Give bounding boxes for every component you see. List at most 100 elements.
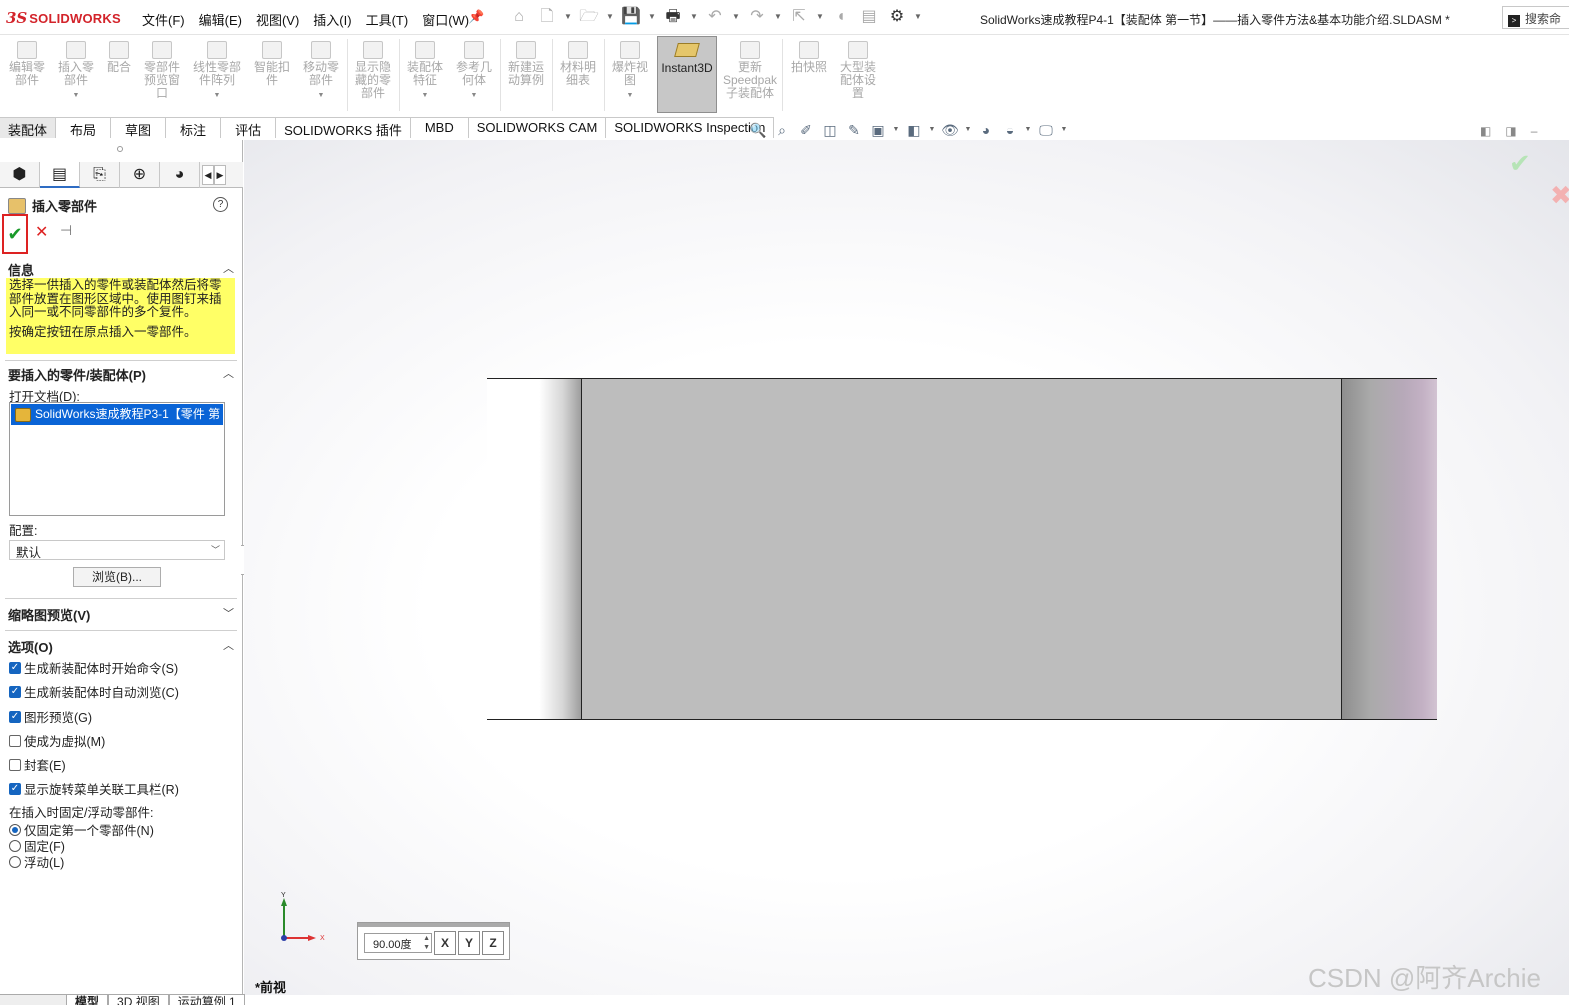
rebuild-icon[interactable]: ◖	[830, 7, 852, 27]
panel-grip-icon[interactable]	[117, 146, 123, 152]
dynamic-annotation-icon[interactable]: ✎	[844, 121, 864, 139]
chevron-down-icon[interactable]: ▼	[189, 89, 245, 102]
chevron-down-icon[interactable]: ▼	[774, 7, 782, 27]
chevron-down-icon[interactable]: ▼	[452, 89, 496, 102]
option-make-virtual-checkbox[interactable]: 使成为虚拟(M)	[9, 731, 105, 750]
list-item[interactable]: SolidWorks速成教程P3-1【零件 第	[11, 404, 223, 425]
tab-model[interactable]: 模型	[66, 994, 109, 1005]
toolbar-title-bar[interactable]	[358, 923, 509, 927]
chevron-down-icon[interactable]: ▼	[55, 89, 97, 102]
help-icon[interactable]: ?	[213, 197, 228, 212]
chevron-down-icon[interactable]: ▼	[606, 7, 614, 27]
part-front-view[interactable]	[487, 378, 1437, 720]
menu-edit[interactable]: 编辑(E)	[199, 10, 242, 29]
option-start-command-checkbox[interactable]: ✓ 生成新装配体时开始命令(S)	[9, 658, 178, 677]
ok-checkmark-button[interactable]: ✔	[2, 214, 28, 254]
menu-view[interactable]: 视图(V)	[256, 10, 299, 29]
chevron-down-icon[interactable]: ▼	[1060, 121, 1068, 139]
save-icon[interactable]: 💾	[620, 7, 642, 27]
new-document-icon[interactable]: 🗋	[536, 7, 558, 27]
configuration-select[interactable]: 默认 ﹀	[9, 540, 225, 560]
reference-geometry-button[interactable]: 参考几何体 ▼	[452, 37, 496, 115]
pin-menu-icon[interactable]: 📌	[468, 9, 484, 25]
chevron-down-icon[interactable]: ▼	[608, 89, 652, 102]
keep-visible-pushpin-icon[interactable]: ⊣	[60, 222, 72, 239]
chevron-down-icon[interactable]: ▼	[816, 7, 824, 27]
dimxpert-manager-tab-icon[interactable]: ⊕	[120, 162, 160, 188]
browse-button[interactable]: 浏览(B)...	[73, 567, 161, 587]
option-graphics-preview-checkbox[interactable]: ✓ 图形预览(G)	[9, 707, 92, 726]
option-rotate-toolbar-checkbox[interactable]: ✓ 显示旋转菜单关联工具栏(R)	[9, 779, 179, 798]
confirmation-corner-ok-icon[interactable]: ✔	[1509, 148, 1531, 179]
chevron-down-icon[interactable]: ▼	[648, 7, 656, 27]
chevron-down-icon[interactable]: ▼	[1024, 121, 1032, 139]
chevron-down-icon[interactable]: ▼	[964, 121, 972, 139]
mate-button[interactable]: 配合	[102, 37, 136, 115]
chevron-down-icon[interactable]: ▼	[732, 7, 740, 27]
minimize-icon[interactable]: –	[1531, 124, 1538, 138]
file-properties-icon[interactable]: ▤	[858, 7, 880, 27]
tab-navigation-arrows[interactable]	[0, 994, 66, 1005]
tab-assembly[interactable]: 装配体	[0, 117, 57, 138]
chevron-down-icon[interactable]: ▼	[564, 7, 572, 27]
tab-3d-views[interactable]: 3D 视图	[108, 994, 169, 1005]
linear-pattern-button[interactable]: 线性零部件阵列 ▼	[189, 37, 245, 115]
rotate-z-button[interactable]: Z	[482, 931, 504, 955]
tab-mbd[interactable]: MBD	[410, 117, 469, 138]
tab-sketch[interactable]: 草图	[111, 117, 167, 138]
chevron-down-icon[interactable]: ▼	[914, 7, 922, 27]
display-style-icon[interactable]: ◧	[904, 121, 924, 139]
edit-appearance-icon[interactable]: ◕	[976, 121, 996, 139]
chevron-up-icon[interactable]: ︿	[223, 260, 234, 276]
menu-insert[interactable]: 插入(I)	[313, 10, 351, 29]
radio-float[interactable]: 浮动(L)	[9, 852, 64, 871]
menu-tools[interactable]: 工具(T)	[366, 10, 409, 29]
solidworks-logo[interactable]: 3S SOLIDWORKS	[6, 9, 121, 27]
thumbnail-section-header[interactable]: 缩略图预览(V) ﹀	[8, 605, 236, 624]
option-envelope-checkbox[interactable]: 封套(E)	[9, 755, 66, 774]
checkbox-unchecked[interactable]	[9, 758, 21, 771]
rotate-angle-input[interactable]: 90.00度 ▲ ▼	[364, 933, 432, 953]
smart-fastener-button[interactable]: 智能扣件	[250, 37, 294, 115]
select-cursor-icon[interactable]: ⇱	[788, 7, 810, 27]
hide-show-items-icon[interactable]: 👁	[940, 121, 960, 139]
chevron-right-icon[interactable]: ▶	[214, 165, 226, 185]
new-motion-study-button[interactable]: 新建运动算例	[504, 37, 548, 115]
undo-icon[interactable]: ↶	[704, 7, 726, 27]
restore-panel-icon[interactable]: ◧	[1480, 124, 1491, 138]
cancel-x-button[interactable]: ✕	[35, 222, 48, 242]
tab-solidworks-cam[interactable]: SOLIDWORKS CAM	[468, 117, 607, 138]
view-orientation-icon[interactable]: ▣	[868, 121, 888, 139]
zoom-to-fit-icon[interactable]: 🔍	[748, 121, 768, 139]
radio-unselected[interactable]	[9, 855, 21, 868]
chevron-down-icon[interactable]: ▼	[928, 121, 936, 139]
chevron-up-icon[interactable]: ︿	[223, 365, 234, 381]
configuration-manager-tab-icon[interactable]: ⎘	[80, 162, 120, 188]
options-section-header[interactable]: 选项(O) ︿	[8, 637, 236, 656]
radio-selected[interactable]	[9, 823, 21, 836]
section-view-icon[interactable]: ◫	[820, 121, 840, 139]
component-preview-button[interactable]: 零部件预览窗口	[140, 37, 184, 115]
chevron-down-icon[interactable]: ▼	[299, 89, 343, 102]
snapshot-button[interactable]: 拍快照	[787, 37, 831, 115]
tab-solidworks-addins[interactable]: SOLIDWORKS 插件	[276, 117, 411, 138]
zoom-to-area-icon[interactable]: ⌕	[772, 121, 792, 139]
spinner-arrows-icon[interactable]: ▲ ▼	[423, 934, 430, 952]
chevron-down-icon[interactable]: ﹀	[211, 543, 220, 556]
update-speedpak-button[interactable]: 更新Speedpak子装配体	[722, 37, 778, 115]
move-component-button[interactable]: 移动零部件 ▼	[299, 37, 343, 115]
checkbox-unchecked[interactable]	[9, 734, 21, 747]
options-gear-icon[interactable]: ⚙	[886, 7, 908, 27]
exploded-view-button[interactable]: 爆炸视图 ▼	[608, 37, 652, 115]
expand-panel-icon[interactable]: ◨	[1505, 124, 1516, 138]
menu-file[interactable]: 文件(F)	[142, 10, 185, 29]
checkbox-checked[interactable]: ✓	[9, 685, 21, 698]
info-section-header[interactable]: 信息 ︿	[8, 260, 236, 279]
redo-icon[interactable]: ↷	[746, 7, 768, 27]
feature-manager-tab-icon[interactable]: ⬢	[0, 162, 40, 188]
checkbox-checked[interactable]: ✓	[9, 710, 21, 723]
home-icon[interactable]: ⌂	[508, 7, 530, 27]
assembly-feature-button[interactable]: 装配体特征 ▼	[403, 37, 447, 115]
menu-window[interactable]: 窗口(W)	[422, 10, 469, 29]
chevron-down-icon[interactable]: ▼	[690, 7, 698, 27]
